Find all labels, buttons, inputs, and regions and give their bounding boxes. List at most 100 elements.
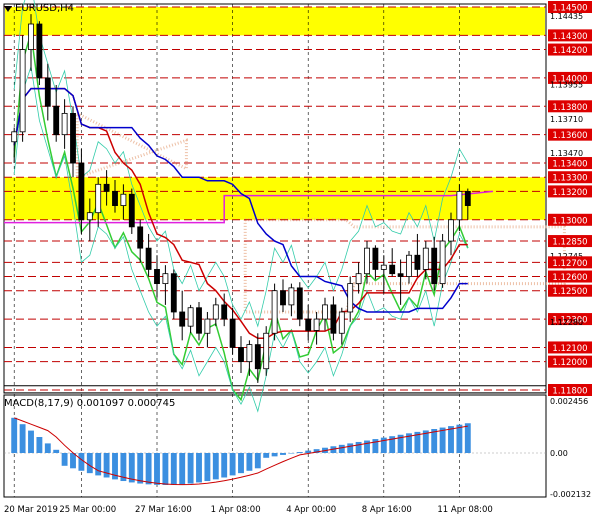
macd-bar — [338, 444, 345, 453]
candle-body — [53, 105, 60, 136]
candle-body — [414, 254, 421, 270]
macd-bar — [347, 443, 354, 453]
candle-body — [456, 191, 463, 221]
macd-bar — [11, 417, 18, 453]
candle-body — [11, 131, 18, 143]
macd-bar — [456, 424, 463, 453]
candle-body — [431, 247, 438, 285]
candle-body — [305, 318, 312, 331]
price-tag-label: 1.14200 — [552, 46, 587, 56]
symbol-title: EURUSD,H4 — [4, 3, 74, 14]
macd-bar — [196, 453, 202, 483]
candle-body — [28, 23, 34, 50]
macd-bar — [19, 424, 26, 453]
macd-bar — [246, 453, 253, 471]
candle-body — [313, 318, 320, 331]
candle-body — [44, 77, 51, 107]
macd-axis-label: 0.002456 — [550, 397, 588, 406]
candle-body — [238, 347, 244, 363]
candle-body — [355, 273, 362, 285]
macd-bar — [204, 453, 211, 482]
candle-body — [389, 264, 396, 275]
price-tag-label: 1.13800 — [552, 103, 587, 113]
highlight-zone — [5, 7, 545, 36]
price-axis-label: 1.12280 — [550, 318, 583, 327]
candle-body — [70, 112, 76, 164]
macd-bar — [70, 453, 76, 469]
macd-bar — [221, 453, 228, 478]
price-axis-label: 1.14435 — [550, 12, 583, 21]
price-tag-label: 1.12600 — [552, 273, 587, 283]
price-tag-label: 1.11800 — [552, 387, 587, 397]
macd-label: MACD(8,17,9) 0.001097 0.000745 — [4, 398, 176, 409]
candle-body — [380, 264, 387, 270]
candle-body — [187, 307, 194, 327]
macd-bar — [271, 453, 278, 457]
price-chart[interactable]: 1.145001.144351.143001.142001.140001.139… — [0, 0, 593, 521]
candle-body — [322, 304, 328, 320]
candle-body — [154, 269, 160, 285]
macd-bar — [238, 453, 244, 474]
candle-body — [448, 219, 454, 242]
price-axis-label: 1.13955 — [550, 80, 583, 89]
symbol-title-text: EURUSD,H4 — [15, 3, 75, 14]
price-tag-label: 1.13000 — [552, 216, 587, 226]
macd-bar — [364, 440, 370, 453]
macd-bar — [78, 453, 85, 471]
candle-body — [103, 183, 110, 192]
time-axis-label: 20 Mar 2019 — [4, 505, 58, 515]
price-tag-label: 1.12500 — [552, 287, 587, 297]
candle-body — [338, 311, 345, 334]
macd-bar — [44, 443, 51, 453]
time-axis-label: 27 Mar 16:00 — [135, 505, 192, 515]
price-axis-label: 1.13470 — [550, 149, 583, 158]
candle-body — [439, 240, 446, 285]
macd-bar — [36, 437, 43, 453]
macd-bar — [212, 453, 219, 480]
candle-body — [347, 283, 354, 313]
candle-body — [95, 183, 102, 214]
price-tag-label: 1.12700 — [552, 259, 587, 269]
macd-pane — [3, 394, 547, 498]
candle-body — [128, 193, 135, 228]
macd-bar — [154, 453, 160, 485]
macd-axis-label: 0.00 — [550, 449, 568, 458]
macd-bar — [137, 453, 144, 484]
candle-body — [86, 212, 93, 221]
candle-body — [112, 191, 118, 206]
time-axis-label: 1 Apr 08:00 — [211, 505, 261, 515]
macd-axis-label: -0.002132 — [550, 490, 591, 499]
candle-body — [78, 162, 85, 221]
candle-body — [120, 193, 127, 206]
candle-body — [271, 290, 278, 334]
macd-bar — [254, 453, 261, 469]
macd-bar — [296, 452, 303, 453]
macd-bar — [170, 453, 177, 485]
price-tag-label: 1.13200 — [552, 188, 587, 198]
candle-body — [137, 226, 144, 249]
candle-body — [36, 23, 43, 79]
candle-body — [170, 273, 177, 313]
time-axis-label: 4 Apr 00:00 — [286, 505, 336, 515]
macd-bar — [128, 453, 135, 483]
candle-body — [246, 344, 253, 363]
candle-body — [145, 247, 152, 270]
macd-bar — [229, 453, 236, 476]
price-tag-label: 1.14300 — [552, 32, 587, 42]
macd-bar — [95, 453, 102, 476]
candle-body — [422, 247, 429, 270]
macd-bar — [263, 453, 270, 458]
macd-bar — [53, 449, 60, 453]
candle-body — [196, 307, 202, 334]
candle-body — [221, 304, 228, 320]
price-axis-label: 1.13710 — [550, 115, 583, 124]
macd-bar — [61, 453, 68, 466]
candle-body — [372, 247, 379, 270]
macd-bar — [162, 453, 169, 485]
macd-bar — [28, 430, 34, 453]
candle-body — [254, 344, 261, 370]
price-tag-label: 1.13400 — [552, 160, 587, 170]
candle-body — [263, 332, 270, 370]
candle-body — [364, 247, 370, 275]
macd-bar — [448, 426, 454, 453]
